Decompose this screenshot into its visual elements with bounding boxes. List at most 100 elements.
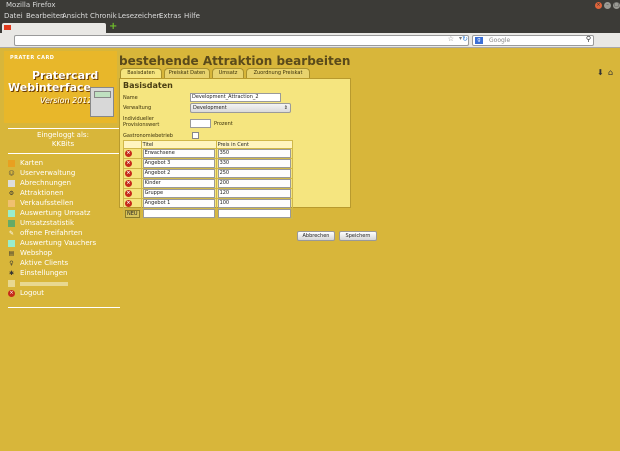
verwaltung-label: Verwaltung [123,105,152,111]
chart-icon [8,210,15,217]
titel-input[interactable]: Angebot 1 [142,199,215,208]
titel-input[interactable]: Gruppe [142,189,215,198]
download-icon[interactable]: ⬇ [597,68,604,77]
titel-input[interactable]: Erwachsene [142,149,215,158]
search-icon[interactable]: ⚲ [586,35,591,43]
cancel-button[interactable]: Abbrechen [297,231,335,241]
search-engine-icon[interactable]: g [475,37,483,44]
menu-bearbeiten[interactable]: Bearbeiten [26,11,64,22]
new-preis-input[interactable] [217,209,291,218]
titel-input[interactable]: Kinder [142,179,215,188]
logo-line-2: Webinterface [8,81,92,94]
name-input[interactable]: Development_Attraction_2 [190,93,281,102]
attraction-icon: ⚙ [8,190,15,197]
menu-ansicht[interactable]: Ansicht [62,11,88,22]
logo-ribbon: PRATER CARD [10,55,55,61]
delete-row-icon[interactable]: × [125,190,132,197]
menu-datei[interactable]: Datei [4,11,23,22]
app-logo: PRATER CARD Pratercard Webinterface Vers… [4,51,117,123]
home-icon[interactable]: ⌂ [608,68,613,77]
gastro-checkbox[interactable] [192,132,199,139]
stats-icon [8,220,15,227]
new-row-button[interactable]: NEU [125,209,140,218]
tab-zuordnung-preiskat[interactable]: Zuordnung Preiskat [246,68,310,78]
login-user: KKBits [51,140,75,148]
preis-input[interactable]: 330 [217,159,291,168]
sidebar-divider [8,128,120,129]
ticket-icon: ✎ [8,230,15,237]
tab-preiskat-daten[interactable]: Preiskat Daten [164,68,210,78]
delete-row-icon[interactable]: × [125,150,132,157]
search-placeholder: Google [489,37,511,44]
delete-row-icon[interactable]: × [125,180,132,187]
menu-lesezeichen[interactable]: Lesezeichen [118,11,161,22]
sidebar-divider [8,307,120,308]
minimize-window-icon[interactable]: – [604,2,611,9]
titel-input[interactable]: Angebot 2 [142,169,215,178]
preis-input[interactable]: 350 [217,149,291,158]
user-icon: ☺ [8,170,15,177]
table-row: × Angebot 1 100 [123,198,293,209]
logout-icon: × [8,290,15,297]
login-label: Eingeloggt als: [37,131,89,139]
column-header-titel: Titel [140,140,217,149]
billing-icon [8,180,15,187]
calculator-icon [90,87,114,117]
price-table: Titel Preis in Cent × Erwachsene 350 × A… [123,140,293,219]
window-titlebar: × – □ Mozilla Firefox [0,0,620,11]
provision-input[interactable] [190,119,211,128]
blurred-icon [8,280,15,287]
menu-bar: Datei Bearbeiten Ansicht Chronik Lesezei… [0,11,620,22]
titel-input[interactable]: Angebot 3 [142,159,215,168]
table-row: × Erwachsene 350 [123,148,293,159]
new-titel-input[interactable] [142,209,215,218]
maximize-window-icon[interactable]: □ [613,2,620,9]
verwaltung-value: Development [193,105,227,111]
delete-row-icon[interactable]: × [125,200,132,207]
basisdaten-panel: Basisdaten Name Development_Attraction_2… [119,78,351,219]
preis-input[interactable]: 120 [217,189,291,198]
table-row-new: NEU [123,208,293,219]
table-row: × Angebot 2 250 [123,168,293,179]
clients-icon: ♀ [9,260,14,267]
shop-icon [8,200,15,207]
favicon-icon [4,25,11,30]
gastro-label: Gastronomiebetrieb [123,133,173,139]
reload-icon[interactable]: ↻ [462,35,468,43]
menu-hilfe[interactable]: Hilfe [184,11,200,22]
preis-input[interactable]: 200 [217,179,291,188]
url-input[interactable]: ☆ ▾ ↻ [14,35,469,46]
table-row: × Gruppe 120 [123,188,293,199]
navigation-bar: ☆ ▾ ↻ g Google ⚲ ⬇ ⌂ [0,33,620,77]
page-title: bestehende Attraktion bearbeiten [119,54,351,68]
voucher-icon [8,240,15,247]
panel-heading: Basisdaten [123,81,173,90]
search-input[interactable]: g Google ⚲ [472,35,594,46]
tab-umsatz[interactable]: Umsatz [212,68,244,78]
logo-line-3: Version 2012 [40,96,93,105]
close-window-icon[interactable]: × [595,2,602,9]
sidebar-divider [8,153,120,154]
cart-icon: ▤ [8,250,15,257]
browser-tab[interactable] [2,23,106,33]
chevron-down-icon: ⇕ [283,105,288,111]
name-label: Name [123,95,138,101]
bookmark-star-icon[interactable]: ☆ [448,35,454,43]
settings-icon: ✱ [8,270,15,277]
preis-input[interactable]: 100 [217,199,291,208]
cards-icon [8,160,15,167]
delete-row-icon[interactable]: × [125,160,132,167]
table-row: × Kinder 200 [123,178,293,189]
save-button[interactable]: Speichern [339,231,377,241]
table-row: × Angebot 3 330 [123,158,293,169]
menu-extras[interactable]: Extras [159,11,181,22]
column-header-preis: Preis in Cent [215,140,293,149]
provision-label: Individueller Provisionswert [123,116,160,128]
verwaltung-select[interactable]: Development ⇕ [190,103,291,113]
delete-row-icon[interactable]: × [125,170,132,177]
window-title: Mozilla Firefox [6,1,56,9]
tab-bar: + [0,22,620,33]
new-tab-icon[interactable]: + [109,22,117,32]
preis-input[interactable]: 250 [217,169,291,178]
provision-unit: Prozent [214,121,233,127]
